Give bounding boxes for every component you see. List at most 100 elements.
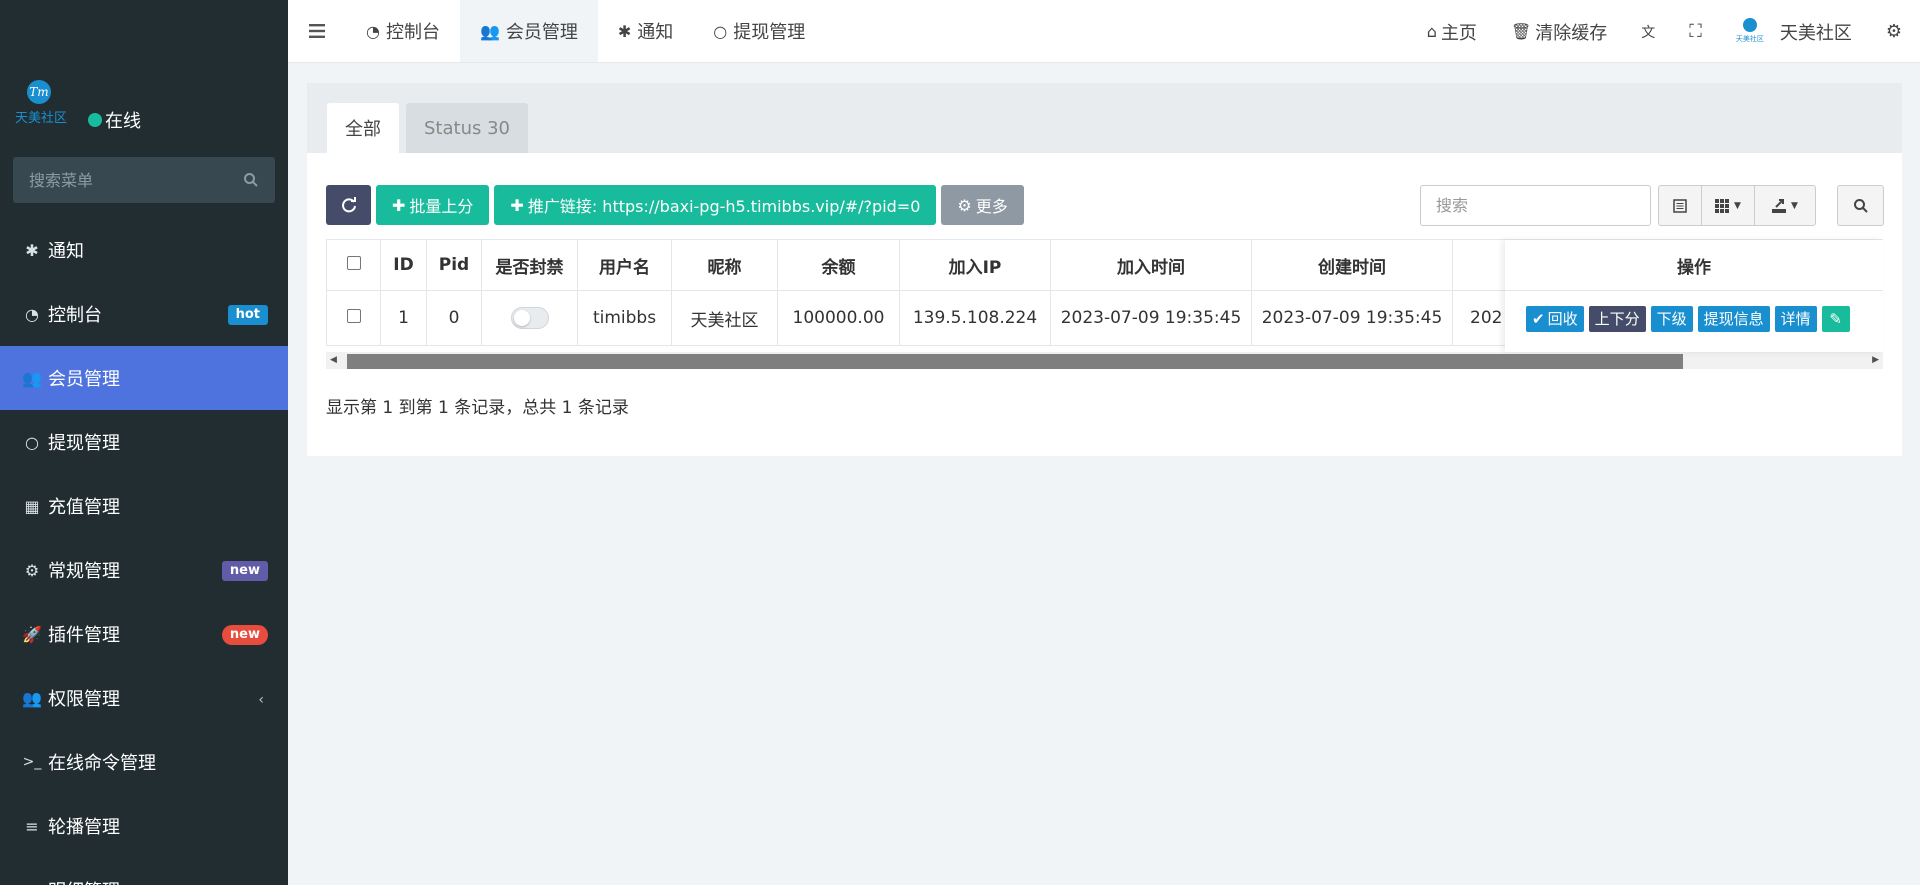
column-header[interactable]: ID	[380, 239, 427, 291]
sidebar-item-carousel[interactable]: ≡ 轮播管理	[0, 794, 288, 858]
tab-notify[interactable]: ✱ 通知	[598, 0, 693, 62]
sidebar-item-label: 插件管理	[48, 625, 120, 646]
caret-down-icon: ▼	[1791, 200, 1798, 211]
site-logo: Tm 天美社区	[12, 80, 70, 126]
view-buttons: ▼ ▼	[1658, 185, 1816, 226]
check-icon: ✔	[1532, 309, 1545, 328]
tab-members[interactable]: 👥 会员管理	[459, 0, 598, 62]
scroll-right-icon[interactable]: ▶	[1872, 355, 1879, 365]
users-icon: 👥	[479, 21, 500, 41]
sidebar-item-notify[interactable]: ✱ 通知	[0, 218, 288, 282]
tab-label: 会员管理	[505, 22, 578, 43]
logo-mark: Tm	[27, 80, 51, 104]
card-view-button[interactable]	[1659, 186, 1701, 225]
top-right-nav: ⌂ 主页 🗑 清除缓存 文 ⛶ 天美社区 天美社区 ⚙	[1410, 0, 1920, 63]
ban-toggle[interactable]	[510, 307, 549, 329]
asterisk-icon: ✱	[25, 240, 39, 260]
sidebar-item-label: 明细管理	[48, 877, 120, 885]
column-header[interactable]: Pid	[426, 239, 482, 291]
search-toggle-button[interactable]	[1838, 186, 1883, 225]
select-all-cell	[326, 239, 381, 291]
menu-search-input[interactable]	[29, 170, 243, 190]
sidebar-menu: ✱ 通知 ◔ 控制台 hot 👥 会员管理 ○ 提现管理 ▦ 充值管理 ⚙ 常规…	[0, 218, 288, 885]
user-menu[interactable]: 天美社区 天美社区	[1719, 0, 1869, 63]
fullscreen-icon: ⛶	[1689, 21, 1702, 42]
subordinates-button[interactable]: 下级	[1650, 305, 1693, 332]
sidebar-item-dashboard[interactable]: ◔ 控制台 hot	[0, 282, 288, 346]
search-icon[interactable]	[243, 172, 259, 188]
trash-icon: 🗑	[1510, 22, 1532, 41]
list-icon: ≡	[25, 816, 39, 836]
user-avatar: 天美社区	[1736, 17, 1764, 46]
sidebar: Tm 天美社区 在线 ✱ 通知 ◔ 控制台 hot 👥 会员管理 ○ 提现管理	[0, 0, 288, 885]
settings-button[interactable]: ⚙	[1869, 0, 1920, 63]
promo-link-button[interactable]: ✚ 推广链接: https://baxi-pg-h5.timibbs.vip/#…	[494, 185, 937, 225]
sidebar-item-commands[interactable]: >_ 在线命令管理	[0, 730, 288, 794]
scrollbar-thumb[interactable]	[347, 354, 1683, 369]
site-name: 天美社区	[1779, 22, 1852, 44]
tab-all[interactable]: 全部	[327, 103, 399, 153]
cell-create-time: 2023-07-09 19:35:45	[1251, 290, 1453, 346]
home-link[interactable]: ⌂ 主页	[1410, 0, 1494, 63]
circle-icon: ○	[25, 432, 39, 452]
home-label: 主页	[1440, 22, 1477, 44]
asterisk-icon: ✱	[617, 21, 632, 41]
menu-toggle-icon[interactable]	[288, 0, 346, 62]
tab-label: 控制台	[385, 22, 440, 43]
sidebar-item-members[interactable]: 👥 会员管理	[0, 346, 288, 410]
cell-username: timibbs	[577, 290, 672, 346]
column-header[interactable]: 是否封禁	[481, 239, 578, 291]
table-search-input[interactable]	[1420, 185, 1651, 226]
tab-status-30[interactable]: Status 30	[406, 103, 528, 153]
batch-score-button[interactable]: ✚ 批量上分	[376, 185, 490, 225]
select-all-checkbox[interactable]	[346, 256, 361, 270]
users-icon: 👥	[22, 368, 42, 388]
sidebar-brand: Tm 天美社区 在线	[0, 0, 288, 132]
column-header[interactable]: 余额	[777, 239, 900, 291]
column-header[interactable]: 加入IP	[899, 239, 1051, 291]
sidebar-item-plugins[interactable]: 🚀 插件管理 new	[0, 602, 288, 666]
new-badge: new	[221, 561, 268, 581]
fullscreen-button[interactable]: ⛶	[1672, 0, 1719, 63]
chevron-left-icon: ‹	[258, 692, 264, 708]
panel-tabs: 全部 Status 30	[307, 83, 1902, 153]
cogs-icon: ⚙	[24, 560, 40, 580]
scroll-left-icon[interactable]: ◀	[330, 355, 337, 365]
tab-dashboard[interactable]: ◔ 控制台	[346, 0, 460, 62]
sidebar-item-recharge[interactable]: ▦ 充值管理	[0, 474, 288, 538]
sidebar-item-label: 控制台	[48, 305, 102, 326]
operations-header: 操作	[1505, 240, 1883, 291]
more-button[interactable]: ⚙ 更多	[941, 185, 1024, 225]
column-header[interactable]: 用户名	[577, 239, 672, 291]
cell-id: 1	[380, 290, 427, 346]
sidebar-item-details[interactable]: ≡ 明细管理	[0, 858, 288, 885]
recycle-button[interactable]: ✔ 回收	[1526, 305, 1584, 332]
tab-withdraw[interactable]: ○ 提现管理	[693, 0, 825, 62]
column-header[interactable]: 昵称	[671, 239, 778, 291]
caret-down-icon: ▼	[1734, 200, 1741, 211]
operations-row: ✔ 回收 上下分 下级 提现信息 详情 ✎	[1505, 291, 1883, 346]
sidebar-item-withdraw[interactable]: ○ 提现管理	[0, 410, 288, 474]
export-button[interactable]: ▼	[1754, 186, 1815, 225]
row-select-cell	[326, 290, 381, 346]
cell-ip: 139.5.108.224	[899, 290, 1051, 346]
tab-label: 通知	[637, 22, 674, 43]
row-checkbox[interactable]	[346, 309, 361, 323]
column-header[interactable]: 创建时间	[1251, 239, 1453, 291]
refresh-button[interactable]	[326, 185, 371, 225]
rocket-icon: 🚀	[22, 624, 42, 644]
horizontal-scrollbar[interactable]: ◀ ▶	[326, 352, 1883, 369]
edit-button[interactable]: ✎	[1821, 305, 1850, 332]
sidebar-item-label: 在线命令管理	[48, 753, 156, 774]
translate-button[interactable]: 文	[1624, 0, 1672, 63]
dashboard-icon: ◔	[25, 304, 39, 324]
adjust-score-button[interactable]: 上下分	[1588, 305, 1646, 332]
list-icon: ≡	[22, 880, 42, 885]
sidebar-item-general[interactable]: ⚙ 常规管理 new	[0, 538, 288, 602]
columns-button[interactable]: ▼	[1701, 186, 1754, 225]
sidebar-item-permissions[interactable]: 👥 权限管理 ‹	[0, 666, 288, 730]
column-header[interactable]: 加入时间	[1050, 239, 1252, 291]
withdraw-info-button[interactable]: 提现信息	[1697, 305, 1770, 332]
details-button[interactable]: 详情	[1774, 305, 1817, 332]
clear-cache-button[interactable]: 🗑 清除缓存	[1494, 0, 1624, 63]
